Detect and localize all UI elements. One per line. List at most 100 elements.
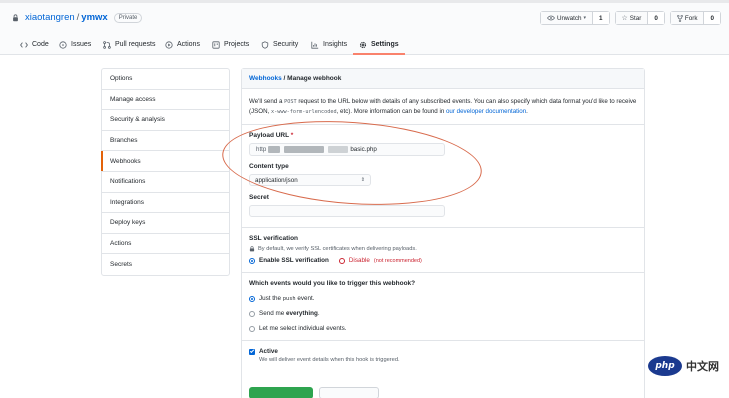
sidebar-item-actions[interactable]: Actions (102, 234, 229, 255)
tab-label: Settings (371, 41, 399, 48)
ssl-enable-option[interactable]: Enable SSL verification (249, 257, 329, 264)
tab-settings[interactable]: Settings (353, 38, 405, 55)
sidebar-item-notifications[interactable]: Notifications (102, 172, 229, 193)
fork-icon (676, 14, 683, 22)
event-everything-option[interactable]: Send me everything. (249, 310, 637, 317)
play-icon (165, 40, 173, 49)
event-everything-bold: everything (285, 310, 318, 317)
repo-owner-link[interactable]: xiaotangren (25, 12, 75, 23)
sidebar-item-deploy-keys[interactable]: Deploy keys (102, 213, 229, 234)
repo-title: xiaotangren / ymwx Private (12, 12, 143, 23)
tab-insights[interactable]: Insights (311, 38, 347, 51)
breadcrumb-current: Manage webhook (287, 75, 342, 82)
event-individual-label: Let me select individual events. (259, 325, 347, 332)
event-individual-option[interactable]: Let me select individual events. (249, 325, 637, 332)
project-icon (212, 40, 220, 49)
pull-request-icon (103, 40, 111, 49)
sidebar-item-branches[interactable]: Branches (102, 131, 229, 152)
repo-actions: Unwatch ▾ 1 ☆ Star 0 Fork 0 (539, 11, 721, 25)
watch-button[interactable]: Unwatch ▾ (540, 12, 593, 24)
repo-name-link[interactable]: ymwx (81, 12, 107, 23)
ssl-disable-label: Disable (348, 257, 370, 264)
intro-text: , etc). More information can be found in (336, 108, 446, 115)
secret-input[interactable] (249, 205, 445, 217)
ssl-note: By default, we verify SSL certificates w… (249, 246, 637, 252)
shield-icon (261, 40, 269, 49)
ssl-options: Enable SSL verification Disable (not rec… (249, 257, 637, 264)
intro-code-urlencoded: x-www-form-urlencoded (271, 109, 337, 115)
intro-text: . (526, 108, 528, 115)
php-logo: php (648, 356, 682, 376)
tab-issues[interactable]: Issues (59, 38, 91, 51)
fork-count[interactable]: 0 (704, 12, 720, 24)
lock-icon (249, 246, 255, 252)
star-button-group: ☆ Star 0 (614, 11, 665, 25)
visibility-badge: Private (113, 12, 143, 23)
graph-icon (311, 41, 319, 49)
event-push-radio[interactable] (249, 295, 255, 302)
event-everything-radio[interactable] (249, 310, 255, 317)
ssl-enable-label: Enable SSL verification (259, 257, 329, 264)
event-individual-radio[interactable] (249, 325, 255, 332)
event-everything-text: Send me (259, 310, 286, 317)
star-icon: ☆ (621, 15, 628, 22)
chevron-down-icon: ▾ (583, 15, 586, 21)
code-icon (20, 41, 28, 48)
tab-label: Insights (323, 41, 348, 48)
delete-webhook-button[interactable] (319, 387, 379, 398)
divider (242, 272, 644, 273)
star-count[interactable]: 0 (648, 12, 664, 24)
tab-label: Issues (71, 41, 92, 48)
breadcrumb-webhooks-link[interactable]: Webhooks (249, 75, 282, 82)
sidebar-item-secrets[interactable]: Secrets (102, 254, 229, 275)
manage-webhook-panel: Webhooks / Manage webhook We'll send a P… (241, 68, 645, 398)
tab-projects[interactable]: Projects (212, 38, 249, 51)
gear-icon (359, 41, 367, 48)
active-label: Active (259, 348, 278, 355)
ssl-verification-label: SSL verification (249, 235, 299, 242)
issue-icon (59, 40, 67, 49)
event-everything-text: . (317, 310, 320, 317)
sidebar-item-integrations[interactable]: Integrations (102, 193, 229, 214)
event-push-option[interactable]: Just the push event. (249, 295, 637, 302)
tab-code[interactable]: Code (20, 38, 49, 51)
divider (242, 227, 644, 228)
tab-label: Security (273, 41, 299, 48)
sidebar-item-manage-access[interactable]: Manage access (102, 90, 229, 111)
sidebar-item-webhooks[interactable]: Webhooks (101, 151, 229, 172)
event-push-label: Just the push event. (259, 295, 314, 302)
settings-sidebar: Options Manage access Security & analysi… (101, 68, 230, 276)
star-label: Star (629, 14, 642, 22)
trigger-events-label: Which events would you like to trigger t… (249, 280, 416, 287)
update-webhook-button[interactable] (249, 387, 313, 398)
active-checkbox[interactable] (249, 348, 255, 355)
intro-text: We'll send a (249, 98, 285, 105)
tab-pull-requests[interactable]: Pull requests (103, 38, 155, 51)
php-cn-watermark: php 中文网 (648, 356, 719, 376)
tab-label: Actions (177, 41, 200, 48)
event-push-text: Just the (259, 295, 283, 302)
event-everything-label: Send me everything. (259, 310, 320, 317)
event-push-text: event. (295, 295, 315, 302)
repo-header: xiaotangren / ymwx Private Unwatch ▾ 1 ☆… (0, 0, 729, 33)
ssl-enable-radio[interactable] (249, 257, 255, 264)
active-option[interactable]: Active (249, 348, 637, 355)
tab-label: Code (32, 41, 49, 48)
fork-button[interactable]: Fork (670, 12, 705, 24)
fork-label: Fork (684, 14, 698, 22)
divider (242, 340, 644, 341)
developer-docs-link[interactable]: our developer documentation (446, 108, 526, 115)
ssl-disable-radio[interactable] (338, 257, 345, 264)
webhook-intro-text: We'll send a POST request to the URL bel… (249, 97, 639, 117)
tab-label: Projects (224, 41, 250, 48)
tab-security[interactable]: Security (261, 38, 298, 51)
sidebar-item-security-analysis[interactable]: Security & analysis (102, 110, 229, 131)
repo-separator: / (76, 12, 80, 23)
active-note: We will deliver event details when this … (259, 357, 400, 363)
lock-icon (13, 13, 18, 21)
watch-count[interactable]: 1 (593, 12, 609, 24)
tab-actions[interactable]: Actions (165, 38, 200, 51)
sidebar-item-options[interactable]: Options (102, 69, 229, 90)
ssl-disable-option[interactable]: Disable (not recommended) (338, 257, 422, 264)
star-button[interactable]: ☆ Star (615, 12, 649, 24)
